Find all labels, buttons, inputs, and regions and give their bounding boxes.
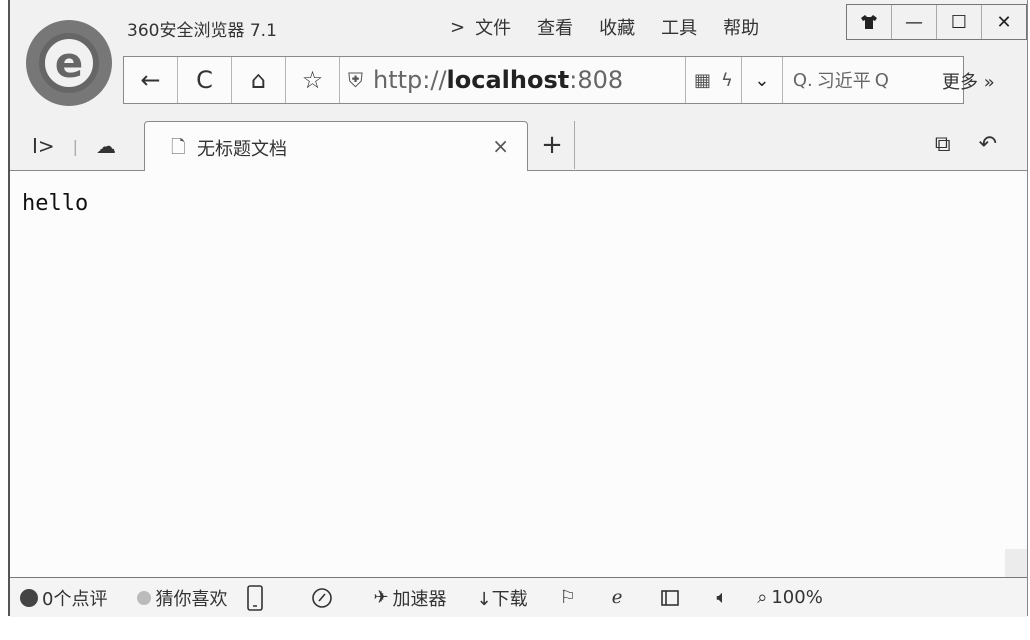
browser-window: e 360安全浏览器 7.1 > 文件 查看 收藏 工具 帮助 — ☐ ✕ ← … bbox=[8, 0, 1028, 617]
mobile-icon[interactable] bbox=[247, 584, 264, 611]
tab-active[interactable]: 🗋 无标题文档 × bbox=[144, 121, 528, 171]
tab-sidebar-controls: I> | ☁ bbox=[32, 134, 116, 158]
cloud-icon[interactable]: ☁ bbox=[96, 134, 116, 158]
volume-icon[interactable]: 🔈︎ bbox=[716, 587, 727, 608]
download-item[interactable]: ↓下载 bbox=[477, 585, 528, 611]
comments-label: 0个点评 bbox=[42, 588, 108, 610]
menu-item-tools[interactable]: 工具 bbox=[661, 14, 697, 40]
qr-code-icon[interactable]: ▦ bbox=[694, 70, 711, 91]
accelerator-label: 加速器 bbox=[392, 588, 447, 610]
address-dropdown-button[interactable]: ⌄ bbox=[742, 57, 783, 103]
minimize-button[interactable]: — bbox=[891, 5, 936, 39]
menu-bar: > 文件 查看 收藏 工具 帮助 bbox=[450, 14, 759, 40]
navigation-bar: ← C ⌂ ☆ ⛨ http://localhost:808 ▦ ϟ ⌄ Q. … bbox=[123, 56, 964, 104]
speed-icon[interactable] bbox=[311, 587, 333, 609]
tab-close-icon[interactable]: × bbox=[492, 134, 509, 158]
circle-icon bbox=[137, 590, 152, 605]
app-title: 360安全浏览器 7.1 bbox=[127, 21, 277, 41]
search-engine-icon[interactable]: Q. bbox=[793, 70, 813, 91]
close-button[interactable]: ✕ bbox=[981, 5, 1026, 39]
undo-close-icon[interactable]: ↶ bbox=[979, 132, 997, 157]
comments-item[interactable]: 0个点评 bbox=[20, 585, 107, 611]
search-input[interactable]: Q. 习近平 Q bbox=[783, 57, 963, 103]
refresh-button[interactable]: C bbox=[178, 57, 232, 103]
separator: | bbox=[72, 136, 79, 156]
menu-chevron-icon[interactable]: > bbox=[450, 17, 465, 38]
browser-logo: e bbox=[26, 20, 112, 106]
document-icon: 🗋 bbox=[171, 137, 186, 158]
maximize-button[interactable]: ☐ bbox=[936, 5, 981, 39]
sidebar-toggle-icon[interactable]: I> bbox=[32, 134, 55, 158]
menu-item-help[interactable]: 帮助 bbox=[723, 14, 759, 40]
flag-icon[interactable]: ⚐ bbox=[560, 587, 576, 608]
url-port: :808 bbox=[569, 66, 624, 94]
zoom-item[interactable]: ⌕ 100% bbox=[757, 587, 823, 608]
ie-icon[interactable]: ℯ bbox=[612, 587, 623, 608]
menu-item-favorites[interactable]: 收藏 bbox=[599, 14, 635, 40]
favorite-button[interactable]: ☆ bbox=[286, 57, 340, 103]
status-bar: 0个点评 猜你喜欢 ✈ 加速器 ↓下载 ⚐ ℯ 🔈︎ ⌕ 100% bbox=[10, 577, 1027, 617]
zoom-icon: ⌕ bbox=[757, 587, 768, 608]
scroll-corner bbox=[1005, 549, 1027, 577]
url-prefix: http:// bbox=[373, 66, 447, 94]
tab-right-controls: ⧉ ↶ bbox=[935, 132, 997, 157]
menu-item-file[interactable]: 文件 bbox=[475, 14, 511, 40]
more-button[interactable]: 更多 » bbox=[942, 68, 995, 94]
guess-item[interactable]: 猜你喜欢 bbox=[137, 585, 227, 611]
page-text: hello bbox=[22, 191, 89, 216]
back-button[interactable]: ← bbox=[124, 57, 178, 103]
url-host: localhost bbox=[446, 66, 570, 94]
accelerator-item[interactable]: ✈ 加速器 bbox=[373, 585, 446, 611]
tab-list-icon[interactable]: ⧉ bbox=[935, 132, 951, 157]
guess-label: 猜你喜欢 bbox=[155, 588, 228, 610]
home-button[interactable]: ⌂ bbox=[232, 57, 286, 103]
search-submit-icon[interactable]: Q bbox=[875, 70, 889, 91]
browser-chrome: e 360安全浏览器 7.1 > 文件 查看 收藏 工具 帮助 — ☐ ✕ ← … bbox=[10, 0, 1027, 171]
tab-title: 无标题文档 bbox=[197, 139, 287, 160]
download-label: ↓下载 bbox=[476, 588, 528, 610]
window-icon[interactable] bbox=[660, 588, 680, 608]
apple-icon bbox=[20, 588, 38, 607]
rocket-icon: ✈ bbox=[373, 587, 389, 608]
menu-item-view[interactable]: 查看 bbox=[537, 14, 573, 40]
lightning-icon[interactable]: ϟ bbox=[721, 70, 733, 91]
logo-letter: e bbox=[39, 33, 99, 93]
shield-icon: ⛨ bbox=[348, 68, 363, 92]
zoom-label: 100% bbox=[771, 587, 823, 608]
address-tools: ▦ ϟ bbox=[686, 57, 742, 103]
window-controls: — ☐ ✕ bbox=[846, 4, 1027, 40]
search-query: 习近平 bbox=[816, 71, 871, 92]
page-content: hello bbox=[10, 171, 1027, 577]
new-tab-button[interactable]: + bbox=[530, 121, 575, 169]
shirt-icon[interactable] bbox=[847, 5, 891, 39]
address-input[interactable]: ⛨ http://localhost:808 bbox=[340, 57, 686, 103]
